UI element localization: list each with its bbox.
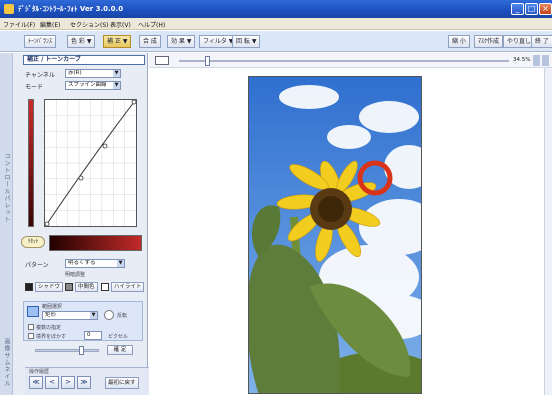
input-gradient-bar bbox=[49, 235, 142, 251]
feather-checkbox[interactable] bbox=[28, 333, 34, 339]
minimize-button[interactable]: _ bbox=[511, 3, 524, 15]
history-title: 操作履歴 bbox=[29, 369, 50, 375]
zoom-in-icon[interactable] bbox=[533, 55, 540, 66]
thumbnail-label[interactable]: 画像サムネイル bbox=[2, 338, 11, 387]
pattern-value: 明るくする bbox=[68, 260, 96, 266]
highlight-button[interactable]: ハイライト bbox=[111, 282, 145, 292]
history-next-button[interactable]: > bbox=[61, 376, 75, 389]
mode-select[interactable]: スプライン曲線 ▼ bbox=[65, 81, 121, 90]
menu-view[interactable]: 表示(V) bbox=[110, 20, 131, 29]
history-panel: 操作履歴 ≪ < > ≫ 最初に戻す bbox=[25, 367, 151, 395]
photo-svg bbox=[249, 77, 421, 393]
tone-balance-button[interactable]: ﾄｰﾝﾊﾞﾗﾝｽ bbox=[24, 35, 57, 48]
selection-group: 範囲選択 矩形 ▼ 反転 複数の指定 境界をぼかす 0 ピクセル bbox=[23, 301, 143, 341]
effect-menu-button[interactable]: 効 果 ▼ bbox=[167, 35, 196, 48]
maximize-button[interactable]: □ bbox=[525, 3, 538, 15]
tone-curve-panel: 補正 / トーンカーブ チャンネル 赤(R) ▼ モード スプライン曲線 ▼ ﾘ… bbox=[15, 53, 146, 395]
shadow-button[interactable]: シャドウ bbox=[35, 282, 64, 292]
multi-select-checkbox[interactable] bbox=[28, 324, 34, 330]
output-gradient-bar bbox=[28, 99, 34, 227]
selection-slider[interactable] bbox=[35, 349, 99, 352]
image-canvas-area: 34.5% bbox=[149, 53, 552, 395]
mode-label: モード bbox=[25, 84, 44, 91]
invert-label: 反転 bbox=[117, 313, 128, 319]
fit-window-icon[interactable] bbox=[155, 56, 169, 65]
channel-select[interactable]: 赤(R) ▼ bbox=[65, 69, 121, 78]
control-palette-label: コントロールパレット bbox=[3, 153, 10, 223]
correction-menu-button[interactable]: 補 正 ▼ bbox=[103, 35, 132, 48]
pattern-select[interactable]: 明るくする ▼ bbox=[65, 259, 125, 268]
title-bar: ﾃﾞｼﾞﾀﾙ･ｺﾝﾄﾗｰﾙ･ﾌｫﾄ Ver 3.0.0.0 _ □ × bbox=[0, 0, 552, 18]
shadow-eyedropper-icon[interactable] bbox=[25, 283, 33, 291]
chevron-down-icon: ▼ bbox=[90, 312, 97, 319]
confirm-button[interactable]: 確 定 bbox=[107, 345, 133, 355]
reset-button[interactable]: ﾘｾｯﾄ bbox=[21, 236, 45, 248]
pixel-label: ピクセル bbox=[108, 334, 129, 340]
feather-value-field[interactable]: 0 bbox=[84, 331, 102, 340]
slider-thumb[interactable] bbox=[79, 346, 84, 355]
tone-curve-graph[interactable] bbox=[44, 99, 137, 227]
channel-value: 赤(R) bbox=[68, 70, 82, 76]
chevron-down-icon: ▼ bbox=[117, 260, 124, 267]
exit-button[interactable]: 終 了 bbox=[531, 35, 552, 48]
close-button[interactable]: × bbox=[539, 3, 552, 15]
selection-shape-select[interactable]: 矩形 ▼ bbox=[42, 311, 98, 320]
mask-create-button[interactable]: ﾏｽｸ作成 bbox=[474, 35, 504, 48]
composite-button[interactable]: 合 成 bbox=[139, 35, 161, 48]
zoom-bar: 34.5% bbox=[149, 53, 552, 68]
app-icon bbox=[4, 4, 14, 14]
color-menu-button[interactable]: 色 彩 ▼ bbox=[67, 35, 96, 48]
feather-label: 境界をぼかす bbox=[36, 334, 67, 340]
menu-bar: ファイル(F) 編集(E) セクション(S) 表示(V) ヘルプ(H) bbox=[0, 18, 552, 30]
control-palette: コントロールパレット 画像サムネイル 補正 / トーンカーブ チャンネル 赤(R… bbox=[0, 53, 151, 395]
channel-label: チャンネル bbox=[25, 72, 55, 79]
menu-file[interactable]: ファイル(F) bbox=[3, 20, 35, 29]
window-title: ﾃﾞｼﾞﾀﾙ･ｺﾝﾄﾗｰﾙ･ﾌｫﾄ Ver 3.0.0.0 bbox=[18, 5, 124, 13]
highlight-eyedropper-icon[interactable] bbox=[101, 283, 109, 291]
zoom-slider-thumb[interactable] bbox=[205, 56, 211, 66]
tone-curve-svg bbox=[44, 99, 137, 227]
palette-side-strip: コントロールパレット 画像サムネイル bbox=[0, 53, 13, 395]
panel-title: 補正 / トーンカーブ bbox=[23, 55, 145, 65]
history-first-button[interactable]: ≪ bbox=[29, 376, 43, 389]
history-last-button[interactable]: ≫ bbox=[77, 376, 91, 389]
zoom-slider[interactable] bbox=[179, 60, 509, 62]
midtone-button[interactable]: 中間色 bbox=[75, 282, 98, 292]
multi-select-label: 複数の指定 bbox=[36, 325, 62, 331]
sunflower-photo[interactable] bbox=[248, 76, 422, 394]
feather-value: 0 bbox=[87, 332, 91, 338]
zoom-out-icon[interactable] bbox=[542, 55, 549, 66]
chevron-down-icon: ▼ bbox=[113, 70, 120, 77]
pattern-label: パターン bbox=[25, 262, 49, 269]
midtone-eyedropper-icon[interactable] bbox=[65, 283, 73, 291]
history-prev-button[interactable]: < bbox=[45, 376, 59, 389]
selection-title: 範囲選択 bbox=[42, 304, 63, 310]
selection-shape-value: 矩形 bbox=[45, 312, 57, 318]
rotate-menu-button[interactable]: 回 転 ▼ bbox=[232, 35, 261, 48]
invert-icon[interactable] bbox=[104, 310, 114, 320]
shrink-button[interactable]: 縮 小 bbox=[448, 35, 470, 48]
menu-edit[interactable]: 編集(E) bbox=[40, 20, 60, 29]
menu-help[interactable]: ヘルプ(H) bbox=[138, 20, 165, 29]
mode-value: スプライン曲線 bbox=[68, 82, 107, 88]
zoom-readout: 34.5% bbox=[513, 57, 531, 63]
toolbar: ﾄｰﾝﾊﾞﾗﾝｽ 色 彩 ▼ 補 正 ▼ 合 成 効 果 ▼ フィルタ ▼ 回 … bbox=[0, 31, 552, 52]
vertical-scrollbar[interactable] bbox=[544, 68, 552, 395]
restore-initial-button[interactable]: 最初に戻す bbox=[105, 377, 139, 389]
chevron-down-icon: ▼ bbox=[113, 82, 120, 89]
menu-section[interactable]: セクション(S) bbox=[70, 20, 109, 29]
adjust-sublabel: 明暗調整 bbox=[65, 272, 86, 278]
rectangle-select-icon[interactable] bbox=[27, 306, 39, 317]
